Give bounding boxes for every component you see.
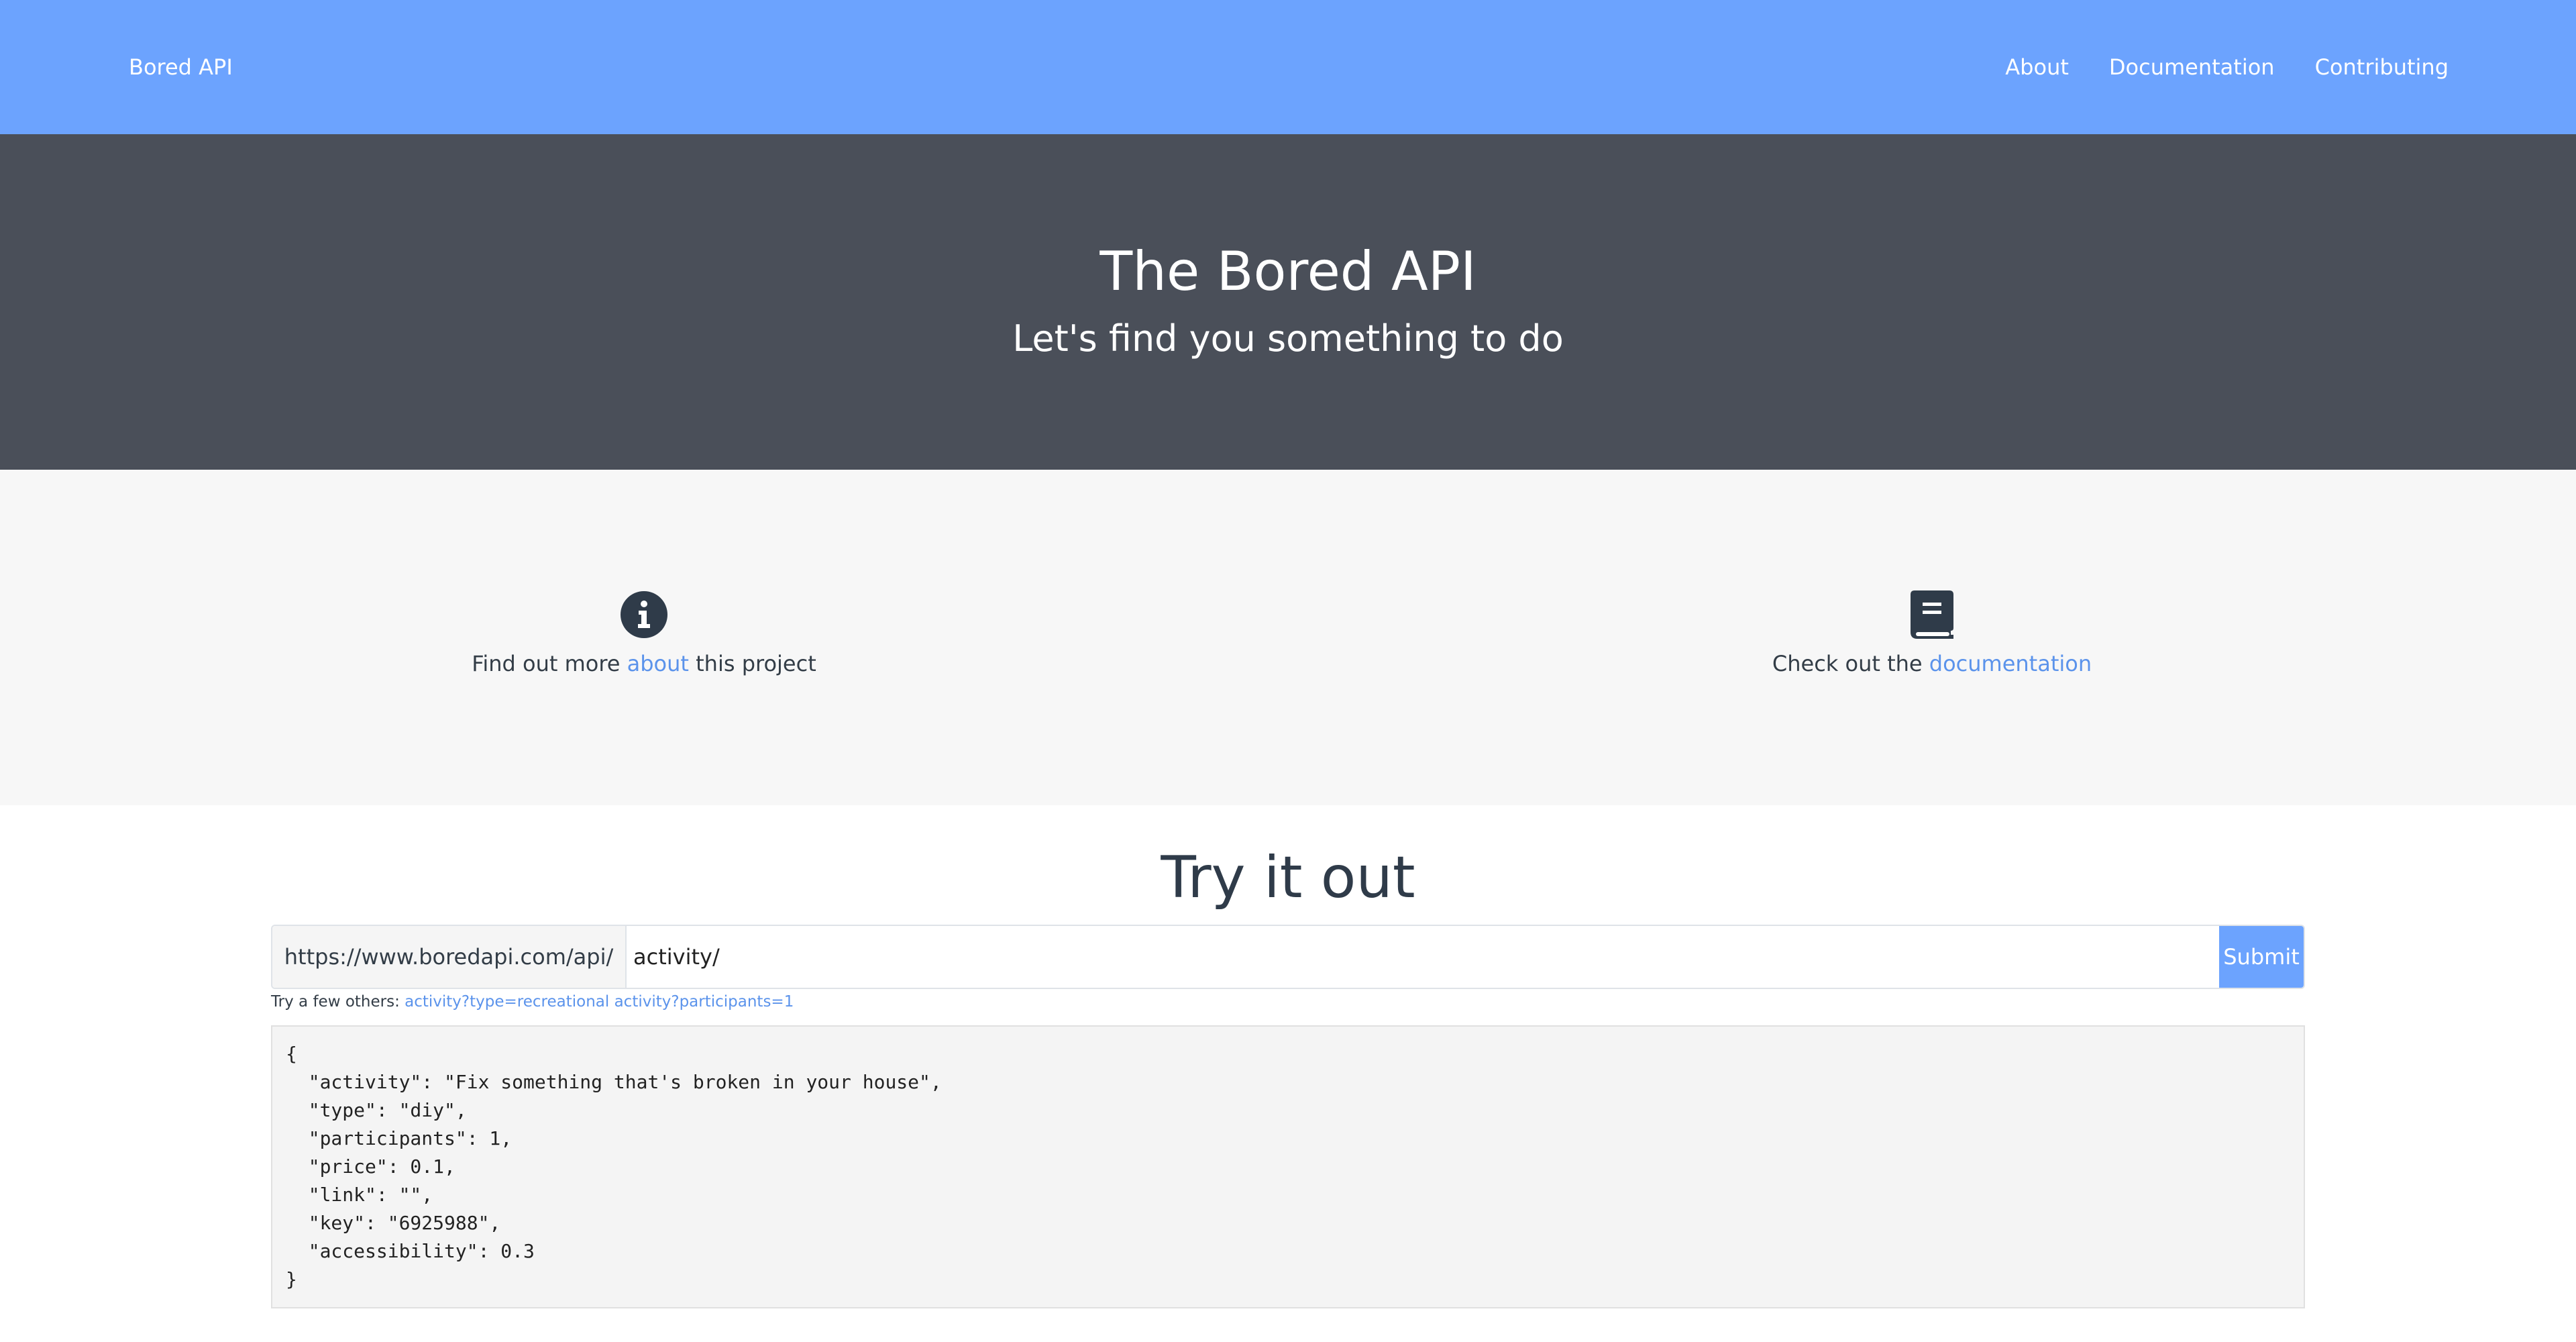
- endpoint-input[interactable]: [627, 926, 2219, 988]
- feature-about-suffix: this project: [688, 651, 816, 676]
- nav-contributing-link[interactable]: Contributing: [2315, 54, 2449, 80]
- submit-button[interactable]: Submit: [2219, 926, 2304, 988]
- documentation-link[interactable]: documentation: [1929, 651, 2092, 676]
- features-section: Find out more about this project Check o…: [0, 470, 2576, 805]
- feature-about: Find out more about this project: [342, 590, 946, 676]
- about-link[interactable]: about: [627, 651, 689, 676]
- base-url-addon: https://www.boredapi.com/api/: [272, 926, 627, 988]
- api-input-group: https://www.boredapi.com/api/ Submit: [271, 925, 2305, 989]
- brand-link[interactable]: Bored API: [129, 54, 233, 80]
- hero-subtitle: Let's find you something to do: [1012, 317, 1564, 360]
- try-it-out-section: Try it out https://www.boredapi.com/api/…: [271, 805, 2305, 1308]
- feature-documentation: Check out the documentation: [1630, 590, 2234, 676]
- hero: The Bored API Let's find you something t…: [0, 134, 2576, 470]
- example-link-recreational[interactable]: activity?type=recreational: [405, 993, 609, 1011]
- api-response: { "activity": "Fix something that's brok…: [271, 1025, 2305, 1308]
- nav-links: About Documentation Contributing: [2005, 54, 2449, 80]
- example-link-participants[interactable]: activity?participants=1: [614, 993, 794, 1011]
- hint-prefix: Try a few others:: [271, 993, 405, 1011]
- navbar: Bored API About Documentation Contributi…: [0, 0, 2576, 134]
- nav-about-link[interactable]: About: [2005, 54, 2069, 80]
- info-circle-icon: [621, 591, 667, 638]
- try-title: Try it out: [1161, 844, 1415, 911]
- nav-documentation-link[interactable]: Documentation: [2109, 54, 2275, 80]
- feature-about-prefix: Find out more: [472, 651, 627, 676]
- hero-title: The Bored API: [1099, 240, 1477, 303]
- book-icon: [1911, 590, 1953, 639]
- feature-documentation-prefix: Check out the: [1772, 651, 1929, 676]
- examples-hint: Try a few others: activity?type=recreati…: [271, 993, 2305, 1011]
